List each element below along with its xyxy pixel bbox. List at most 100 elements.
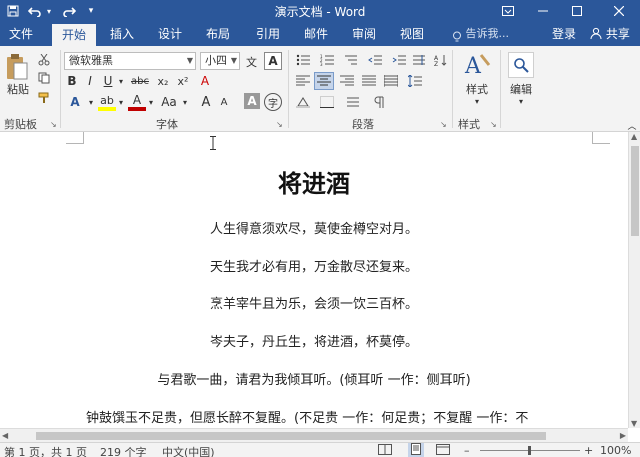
copy-icon[interactable] [36, 70, 52, 86]
zoom-in-button[interactable]: + [584, 444, 593, 457]
bullets-icon[interactable] [294, 52, 312, 68]
numbering-icon[interactable]: 123 [318, 52, 336, 68]
enclose-characters-button[interactable]: 字 [264, 93, 282, 111]
font-name-combo[interactable]: 微软雅黑 ▼ [64, 52, 196, 70]
horizontal-scrollbar[interactable]: ◀ ▶ [0, 428, 628, 442]
chevron-down-icon[interactable]: ▾ [116, 93, 126, 111]
language-indicator[interactable]: 中文(中国) [162, 444, 215, 457]
shading-icon[interactable] [294, 94, 312, 110]
styles-icon[interactable]: A [462, 50, 492, 80]
strikethrough-button[interactable]: abc [128, 73, 152, 89]
web-layout-icon[interactable] [436, 444, 450, 457]
align-left-icon[interactable] [294, 73, 312, 89]
tab-home[interactable]: 开始 [52, 24, 96, 46]
char-shading-button[interactable]: A [244, 93, 260, 109]
group-divider [60, 50, 61, 128]
share-button[interactable]: 共享 [590, 22, 630, 46]
zoom-out-button[interactable]: – [464, 444, 470, 457]
multilevel-list-icon[interactable] [342, 52, 360, 68]
shrink-font-button[interactable]: A [216, 93, 232, 111]
grow-shrink-aa-icon[interactable]: 文 [244, 52, 260, 70]
highlight-button[interactable]: ab [98, 93, 116, 111]
grow-font-button[interactable]: A [198, 93, 214, 111]
chinese-typography-icon[interactable] [344, 94, 362, 110]
chevron-down-icon[interactable]: ▾ [86, 93, 96, 111]
clipboard-group-label: 剪贴板 [4, 118, 37, 131]
format-painter-icon[interactable] [36, 90, 52, 106]
styles-launcher-icon[interactable]: ↘ [490, 120, 497, 129]
justify-icon[interactable] [360, 73, 378, 89]
ribbon-tabs: 文件 开始 插入 设计 布局 引用 邮件 审阅 视图 告诉我... 登录 共享 [0, 22, 640, 46]
zoom-level[interactable]: 100% [600, 444, 631, 457]
scroll-up-icon[interactable]: ▲ [631, 132, 637, 141]
find-search-icon[interactable] [508, 52, 534, 78]
decrease-indent-icon[interactable] [366, 52, 384, 68]
tell-me-box[interactable]: 告诉我... [452, 22, 509, 46]
document-page[interactable]: 将进酒 人生得意须欢尽，莫使金樽空对月。 天生我才必有用，万金散尽还复来。 烹羊… [0, 132, 628, 428]
tab-view[interactable]: 视图 [394, 22, 430, 46]
status-bar: 第 1 页，共 1 页 219 个字 中文(中国) – + 100% [0, 442, 640, 457]
login-link[interactable]: 登录 [552, 22, 576, 46]
clear-formatting-button[interactable]: A [196, 73, 214, 89]
tab-file[interactable]: 文件 [4, 22, 38, 46]
tab-layout[interactable]: 布局 [200, 22, 236, 46]
cut-icon[interactable] [36, 52, 52, 68]
paste-icon[interactable] [4, 52, 30, 82]
paste-button-label[interactable]: 粘贴 [4, 82, 32, 96]
word-count[interactable]: 219 个字 [100, 444, 147, 457]
minimize-icon[interactable] [530, 0, 556, 22]
scroll-thumb[interactable] [36, 432, 546, 440]
vertical-scrollbar[interactable]: ▲ ▼ [628, 132, 640, 428]
scroll-right-icon[interactable]: ▶ [620, 431, 626, 440]
paragraph-launcher-icon[interactable]: ↘ [440, 120, 447, 129]
zoom-slider-thumb[interactable] [528, 446, 531, 455]
styles-button-label[interactable]: 样式 [460, 82, 494, 96]
distributed-icon[interactable] [382, 73, 400, 89]
print-layout-icon[interactable] [408, 443, 424, 457]
svg-text:A: A [464, 54, 482, 79]
word-window: ▾ ▾ 演示文档 - Word 文件 开始 插入 设计 布局 引用 邮件 审阅 … [0, 0, 640, 457]
superscript-button[interactable]: x² [174, 73, 192, 89]
sort-icon[interactable]: AZ [432, 52, 450, 68]
align-center-icon[interactable] [314, 72, 334, 90]
read-mode-icon[interactable] [378, 444, 392, 457]
chevron-down-icon[interactable]: ▾ [146, 93, 156, 111]
chevron-down-icon[interactable]: ▾ [514, 96, 528, 106]
group-divider [500, 50, 501, 128]
tab-insert[interactable]: 插入 [104, 22, 140, 46]
scroll-thumb[interactable] [631, 146, 639, 236]
enclose-char-icon[interactable]: A [264, 52, 282, 70]
show-hide-marks-icon[interactable] [370, 94, 388, 110]
ribbon-display-icon[interactable] [496, 0, 520, 22]
tab-references[interactable]: 引用 [250, 22, 286, 46]
font-color-button[interactable]: A [128, 93, 146, 111]
underline-button[interactable]: U [100, 73, 116, 89]
chinese-layout-icon[interactable] [410, 52, 428, 68]
chevron-down-icon[interactable]: ▾ [470, 96, 484, 106]
chevron-down-icon[interactable]: ▾ [180, 93, 190, 111]
italic-button[interactable]: I [82, 73, 98, 89]
text-effects-button[interactable]: A [66, 93, 84, 111]
subscript-button[interactable]: x₂ [154, 73, 172, 89]
tab-mailings[interactable]: 邮件 [298, 22, 334, 46]
tab-design[interactable]: 设计 [152, 22, 188, 46]
maximize-icon[interactable] [564, 0, 590, 22]
page-count[interactable]: 第 1 页，共 1 页 [4, 444, 87, 457]
close-icon[interactable] [604, 0, 634, 22]
font-size-combo[interactable]: 小四 ▼ [200, 52, 240, 70]
bold-button[interactable]: B [64, 73, 80, 89]
editing-button-label[interactable]: 编辑 [504, 82, 538, 96]
underline-dropdown-icon[interactable]: ▾ [116, 73, 126, 89]
tab-review[interactable]: 审阅 [346, 22, 382, 46]
scroll-down-icon[interactable]: ▼ [631, 419, 637, 428]
change-case-button[interactable]: Aa [158, 93, 180, 111]
collapse-ribbon-icon[interactable]: ︿ [626, 120, 638, 132]
borders-icon[interactable] [318, 94, 336, 110]
line-spacing-icon[interactable] [406, 73, 424, 89]
clipboard-launcher-icon[interactable]: ↘ [50, 120, 57, 129]
align-right-icon[interactable] [338, 73, 356, 89]
font-launcher-icon[interactable]: ↘ [276, 120, 283, 129]
increase-indent-icon[interactable] [390, 52, 408, 68]
scroll-left-icon[interactable]: ◀ [2, 431, 8, 440]
page-corner-marker [66, 132, 84, 144]
